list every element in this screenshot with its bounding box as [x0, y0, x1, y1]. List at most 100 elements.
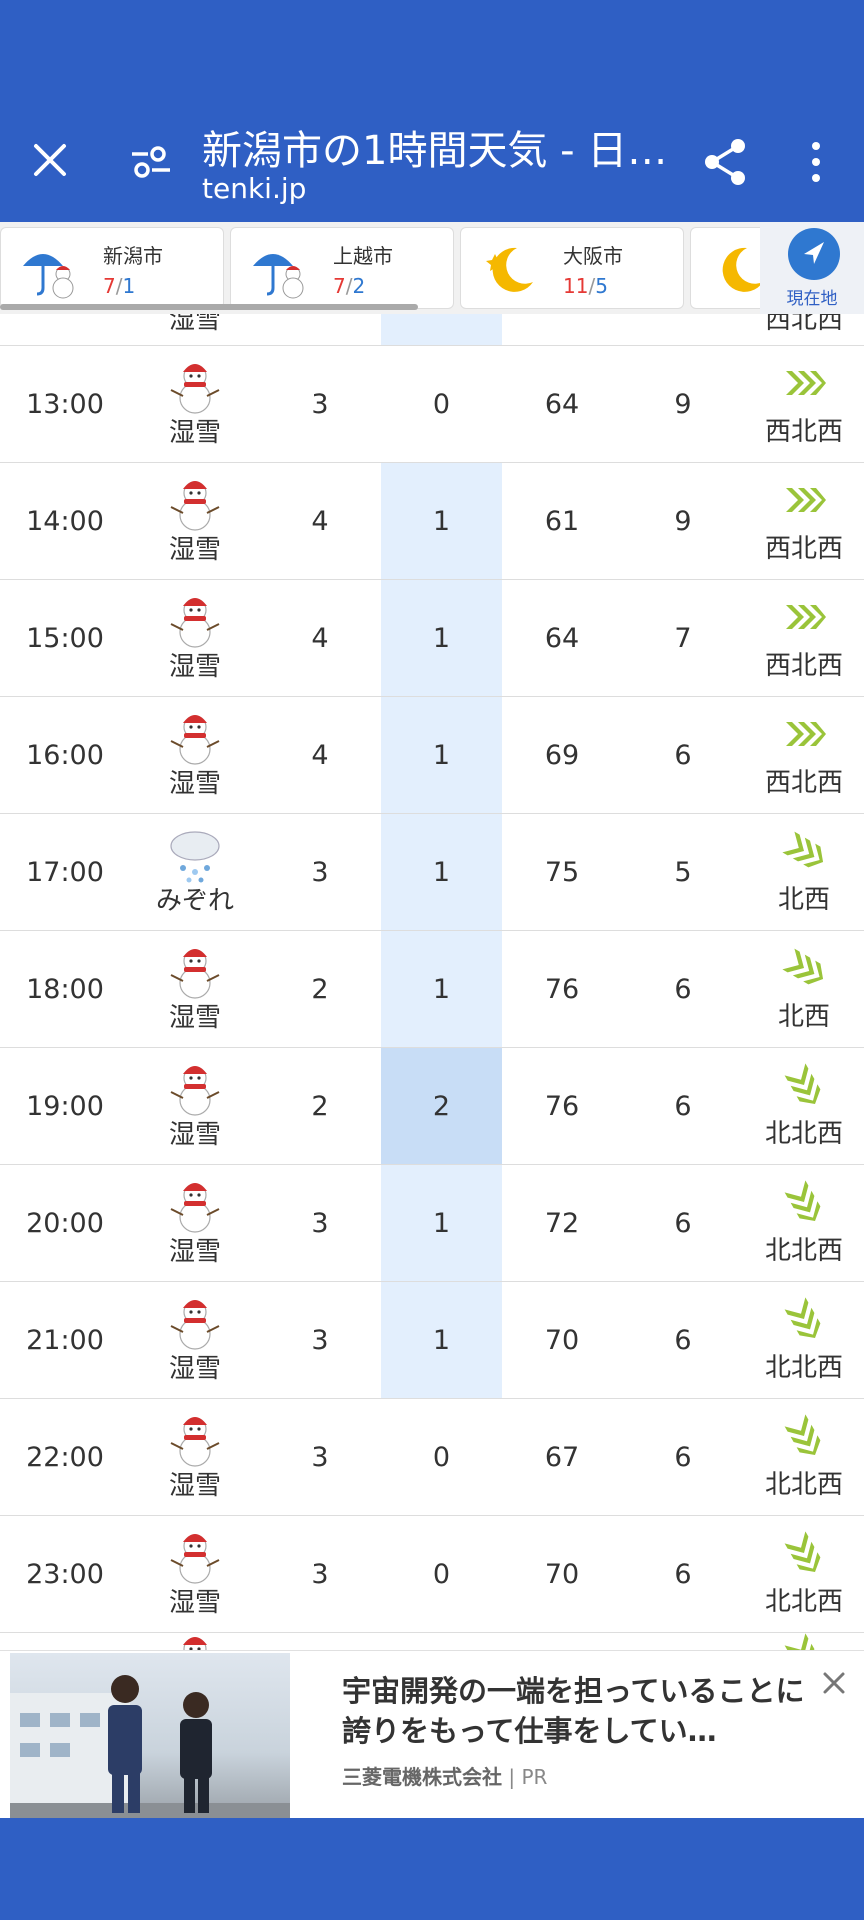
wind-direction-icon	[782, 948, 824, 984]
humidity-cell: 61	[544, 505, 580, 537]
wind-speed-cell: 6	[674, 1558, 692, 1590]
city-card-osaka[interactable]: 大阪市 11/5	[460, 227, 684, 309]
weather-label: 湿雪	[168, 1353, 221, 1384]
wind-direction-label: 北西	[777, 884, 830, 915]
table-row: 18:00 湿雪 2 1 76 6 北西	[0, 931, 864, 1048]
share-icon[interactable]	[700, 136, 752, 188]
wind-direction-label: 北北西	[764, 1235, 843, 1266]
snowman-icon	[170, 714, 220, 765]
table-row: 17:00 みぞれ 3 1 75 5 北西	[0, 814, 864, 931]
current-location-button[interactable]: 現在地	[760, 222, 864, 314]
snowman-icon	[170, 1299, 220, 1350]
city-card-joetsu[interactable]: 上越市 7/2	[230, 227, 454, 309]
snowman-icon	[170, 363, 220, 414]
wind-direction-label: 西北西	[764, 416, 843, 447]
weather-label: 湿雪	[168, 1002, 221, 1033]
snowman-icon	[170, 948, 220, 999]
system-nav-bar	[0, 1818, 864, 1920]
weather-cell: 湿雪	[130, 580, 260, 696]
ad-photo	[10, 1653, 290, 1819]
humidity-cell: 67	[544, 1441, 580, 1473]
humidity-cell: 70	[544, 1324, 580, 1356]
humidity-cell: 69	[544, 739, 580, 771]
page-title: 新潟市の1時間天気 - 日…	[202, 128, 668, 174]
wind-speed-cell: 5	[674, 856, 692, 888]
wind-direction-label: 北北西	[764, 1118, 843, 1149]
table-row: 15:00 湿雪 4 1 64 7 西北西	[0, 580, 864, 697]
precipitation-cell: 0	[432, 1558, 451, 1590]
weather-label: みぞれ	[155, 885, 234, 916]
weather-label: 湿雪	[168, 417, 221, 448]
precipitation-cell: 1	[381, 1282, 502, 1398]
wind-speed-cell: 6	[674, 739, 692, 771]
temperature-cell: 3	[311, 1558, 329, 1590]
wind-direction-icon	[784, 1179, 821, 1221]
table-row-partial	[0, 1633, 864, 1650]
city-name: 大阪市	[563, 244, 623, 268]
time-cell: 15:00	[26, 622, 104, 654]
close-icon[interactable]	[28, 138, 72, 182]
wind-speed-cell: 6	[674, 1090, 692, 1122]
more-options-icon[interactable]	[800, 136, 832, 188]
wind-direction-icon	[784, 1296, 821, 1338]
weather-cell: 湿雪	[130, 697, 260, 813]
snowman-icon	[170, 480, 220, 531]
ad-close-icon[interactable]	[818, 1667, 850, 1699]
time-cell: 17:00	[26, 856, 104, 888]
weather-cell: 湿雪	[130, 1165, 260, 1281]
wind-direction-cell: 西北西	[744, 697, 864, 813]
temperature-cell: 3	[311, 856, 329, 888]
wind-direction-icon	[784, 1633, 815, 1650]
wind-speed-cell: 6	[674, 1207, 692, 1239]
table-row: 23:00 湿雪 3 0 70 6 北北西	[0, 1516, 864, 1633]
wind-direction-label: 北北西	[764, 1352, 843, 1383]
wind-direction-label: 西北西	[764, 767, 843, 798]
ad-meta: 三菱電機株式会社 | PR	[342, 1765, 548, 1789]
page-domain: tenki.jp	[202, 172, 307, 205]
wind-speed-cell: 6	[674, 1324, 692, 1356]
city-name: 新潟市	[103, 244, 163, 268]
wind-direction-label: 北西	[777, 1001, 830, 1032]
precipitation-cell: 2	[381, 1048, 502, 1164]
time-cell: 23:00	[26, 1558, 104, 1590]
snowman-icon	[170, 1416, 220, 1467]
scroll-indicator	[0, 304, 418, 310]
wind-direction-icon	[784, 1062, 821, 1104]
weather-cell: 湿雪	[130, 463, 260, 579]
ad-headline[interactable]: 宇宙開発の一端を担っていることに誇りをもって仕事をしてい…	[342, 1671, 812, 1751]
umbrella-snowman-icon	[23, 254, 74, 299]
weather-label: 湿雪	[168, 768, 221, 799]
city-tab-bar: 新潟市 7/1 上越市 7/2 大阪市 11/5 現在地	[0, 222, 864, 314]
time-cell: 16:00	[26, 739, 104, 771]
precipitation-cell: 0	[432, 1441, 451, 1473]
sleet-cloud-icon	[170, 830, 220, 882]
time-cell: 14:00	[26, 505, 104, 537]
table-row: 16:00 湿雪 4 1 69 6 西北西	[0, 697, 864, 814]
hourly-table: 湿雪 西北西 13:00 湿雪 3 0 64 9 西北西 14:00 湿雪 4 1 61 9 西北西 15:…	[0, 314, 864, 1650]
snowman-icon	[170, 597, 220, 648]
temperature-cell: 4	[311, 739, 329, 771]
temperature-cell: 3	[311, 1324, 329, 1356]
wind-direction-cell: 北北西	[744, 1282, 864, 1398]
time-cell: 13:00	[26, 388, 104, 420]
filter-settings-icon[interactable]	[128, 140, 174, 184]
weather-cell: 湿雪	[130, 1516, 260, 1632]
wind-direction-label: 西北西	[764, 533, 843, 564]
temperature-cell: 4	[311, 505, 329, 537]
weather-label: 湿雪	[168, 534, 221, 565]
app-bar: 新潟市の1時間天気 - 日… tenki.jp	[0, 110, 864, 222]
wind-direction-label: 西北西	[764, 650, 843, 681]
current-location-label: 現在地	[786, 289, 838, 309]
ad-banner[interactable]: 宇宙開発の一端を担っていることに誇りをもって仕事をしてい… 三菱電機株式会社 |…	[0, 1650, 864, 1819]
city-rate: 7/2	[333, 274, 366, 298]
wind-direction-cell: 西北西	[744, 346, 864, 462]
city-card-niigata[interactable]: 新潟市 7/1	[0, 227, 224, 309]
temperature-cell: 3	[311, 1441, 329, 1473]
wind-direction-icon	[784, 1413, 821, 1455]
wind-speed-cell: 9	[674, 388, 692, 420]
wind-speed-cell: 9	[674, 505, 692, 537]
humidity-cell: 64	[544, 622, 580, 654]
precipitation-cell: 0	[432, 388, 451, 420]
humidity-cell: 72	[544, 1207, 580, 1239]
wind-speed-cell: 6	[674, 1441, 692, 1473]
